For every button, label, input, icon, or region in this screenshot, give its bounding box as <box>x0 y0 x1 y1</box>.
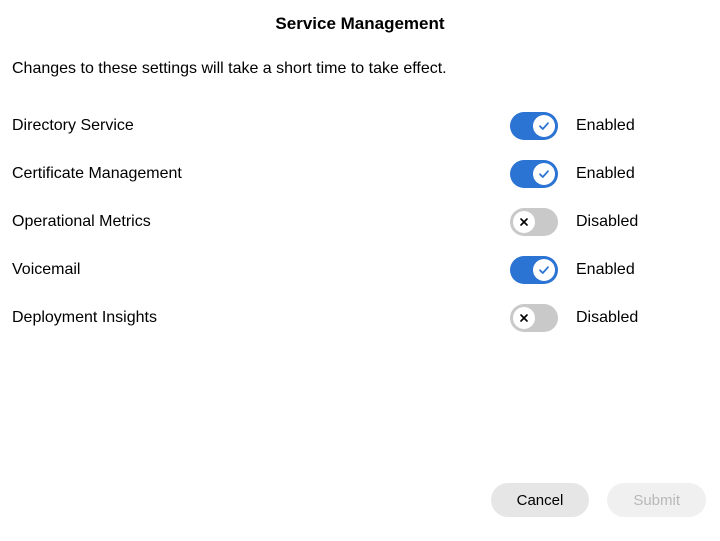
service-status: Disabled <box>576 309 638 327</box>
service-label: Voicemail <box>12 261 80 279</box>
service-label: Operational Metrics <box>12 213 151 231</box>
check-icon <box>538 168 550 180</box>
service-row-certificate-management: Certificate Management Enabled <box>12 150 638 198</box>
toggle-operational-metrics[interactable] <box>510 208 558 236</box>
cross-icon <box>518 312 530 324</box>
service-row-voicemail: Voicemail Enabled <box>12 246 638 294</box>
toggle-voicemail[interactable] <box>510 256 558 284</box>
service-control: Enabled <box>510 112 638 140</box>
toggle-deployment-insights[interactable] <box>510 304 558 332</box>
service-status: Enabled <box>576 165 638 183</box>
service-control: Enabled <box>510 256 638 284</box>
toggle-certificate-management[interactable] <box>510 160 558 188</box>
page-title: Service Management <box>0 0 720 60</box>
service-rows: Directory Service Enabled Certificate Ma… <box>0 102 720 342</box>
service-control: Enabled <box>510 160 638 188</box>
service-row-deployment-insights: Deployment Insights Disabled <box>12 294 638 342</box>
check-icon <box>538 120 550 132</box>
service-label: Deployment Insights <box>12 309 157 327</box>
service-label: Directory Service <box>12 117 134 135</box>
service-status: Enabled <box>576 117 638 135</box>
settings-description: Changes to these settings will take a sh… <box>0 60 720 102</box>
service-row-operational-metrics: Operational Metrics Disabled <box>12 198 638 246</box>
service-row-directory-service: Directory Service Enabled <box>12 102 638 150</box>
service-label: Certificate Management <box>12 165 182 183</box>
toggle-knob <box>513 307 535 329</box>
submit-button[interactable]: Submit <box>607 483 706 517</box>
service-control: Disabled <box>510 208 638 236</box>
cancel-button[interactable]: Cancel <box>491 483 590 517</box>
toggle-knob <box>533 259 555 281</box>
check-icon <box>538 264 550 276</box>
footer-buttons: Cancel Submit <box>491 483 706 517</box>
service-status: Disabled <box>576 213 638 231</box>
toggle-directory-service[interactable] <box>510 112 558 140</box>
service-control: Disabled <box>510 304 638 332</box>
cross-icon <box>518 216 530 228</box>
toggle-knob <box>533 163 555 185</box>
service-status: Enabled <box>576 261 638 279</box>
toggle-knob <box>513 211 535 233</box>
toggle-knob <box>533 115 555 137</box>
